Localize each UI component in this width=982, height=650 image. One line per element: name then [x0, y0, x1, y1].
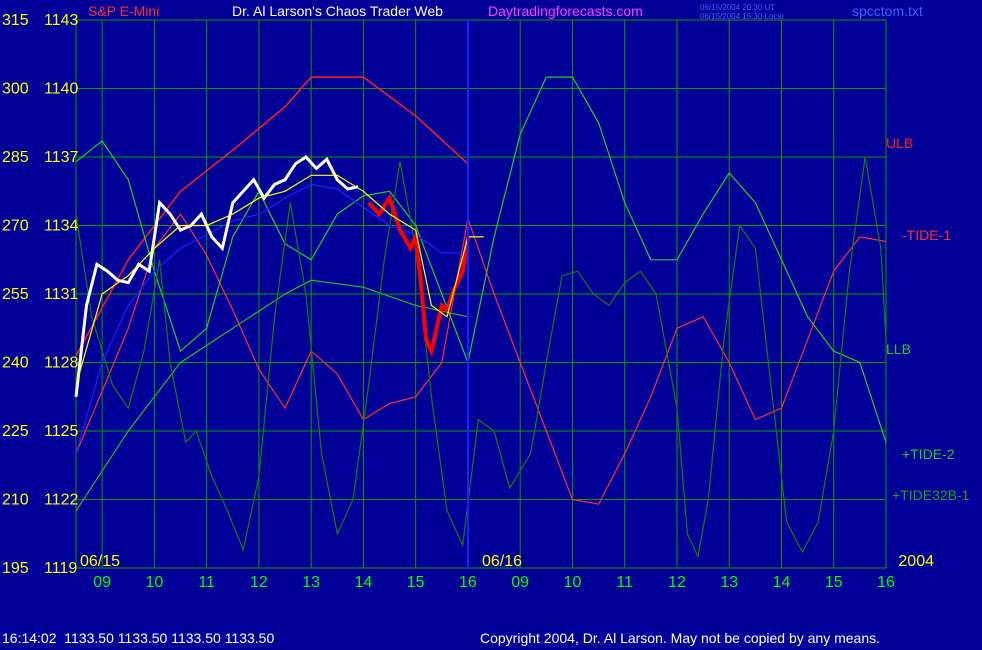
- y-tick-label-price: 1140: [44, 81, 79, 98]
- instrument-label: S&P E-Mini: [88, 3, 159, 19]
- x-tick-label: 16: [877, 574, 895, 591]
- status-close: 1133.50: [224, 630, 275, 646]
- x-tick-label: 12: [250, 574, 268, 591]
- x-tick-label: 10: [564, 574, 582, 591]
- x-tick-label: 13: [720, 574, 738, 591]
- x-tick-label: 12: [668, 574, 686, 591]
- series-label: +TIDE32B-1: [892, 487, 970, 503]
- site-link[interactable]: Daytradingforecasts.com: [488, 3, 643, 19]
- y-tick-label-price: 1134: [44, 218, 79, 235]
- y-tick-label-price: 1131: [44, 286, 79, 303]
- status-low: 1133.50: [171, 630, 221, 646]
- x-tick-label: 15: [825, 574, 843, 591]
- chart-canvas: S&P E-Mini Dr. Al Larson's Chaos Trader …: [0, 0, 982, 650]
- x-tick-label: 10: [145, 574, 163, 591]
- series-label: LLB: [886, 341, 911, 357]
- status-time: 16:14:02: [2, 630, 57, 646]
- x-tick-label: 15: [407, 574, 425, 591]
- x-tick-label: 14: [773, 574, 791, 591]
- y-tick-label-left: 315: [2, 12, 29, 29]
- status-high: 1133.50: [117, 630, 168, 646]
- x-tick-label: 14: [355, 574, 373, 591]
- x-tick-label: 09: [511, 574, 529, 591]
- copyright-text: Copyright 2004, Dr. Al Larson. May not b…: [480, 630, 881, 646]
- y-tick-label-left: 270: [2, 218, 29, 235]
- y-tick-label-price: 1119: [44, 560, 77, 577]
- series-label: +TIDE-2: [902, 446, 955, 462]
- date-label: 06/15: [80, 553, 120, 570]
- y-tick-label-left: 255: [2, 286, 29, 303]
- y-tick-label-left: 240: [2, 355, 29, 372]
- x-tick-label: 16: [459, 574, 477, 591]
- series-label: ULB: [886, 135, 913, 151]
- y-tick-label-price: 1143: [44, 12, 79, 29]
- x-tick-label: 09: [93, 574, 111, 591]
- y-tick-label-left: 225: [2, 423, 29, 440]
- status-open: 1133.50: [64, 630, 114, 646]
- x-tick-label: 11: [616, 574, 633, 591]
- y-tick-label-left: 195: [2, 560, 29, 577]
- file-label: spcctom.txt: [852, 3, 923, 19]
- x-tick-label: 11: [198, 574, 215, 591]
- date-label: 2004: [898, 553, 934, 570]
- y-tick-label-left: 210: [2, 492, 29, 509]
- date-label: 06/16: [482, 553, 522, 570]
- page-title: Dr. Al Larson's Chaos Trader Web: [232, 3, 443, 19]
- x-tick-label: 13: [302, 574, 320, 591]
- y-tick-label-left: 300: [2, 81, 29, 98]
- series-label: -TIDE-1: [902, 227, 951, 243]
- status-bar: 16:14:02 1133.50 1133.50 1133.50 1133.50: [2, 630, 274, 646]
- y-tick-label-price: 1137: [44, 149, 79, 166]
- time-local-label: 06/15/2004 15:30 Local: [700, 12, 784, 21]
- y-tick-label-price: 1125: [44, 423, 79, 440]
- y-tick-label-price: 1128: [44, 355, 79, 372]
- y-tick-label-left: 285: [2, 149, 29, 166]
- y-tick-label-price: 1122: [44, 492, 79, 509]
- time-ut-label: 06/15/2004 20:30 UT: [700, 3, 775, 12]
